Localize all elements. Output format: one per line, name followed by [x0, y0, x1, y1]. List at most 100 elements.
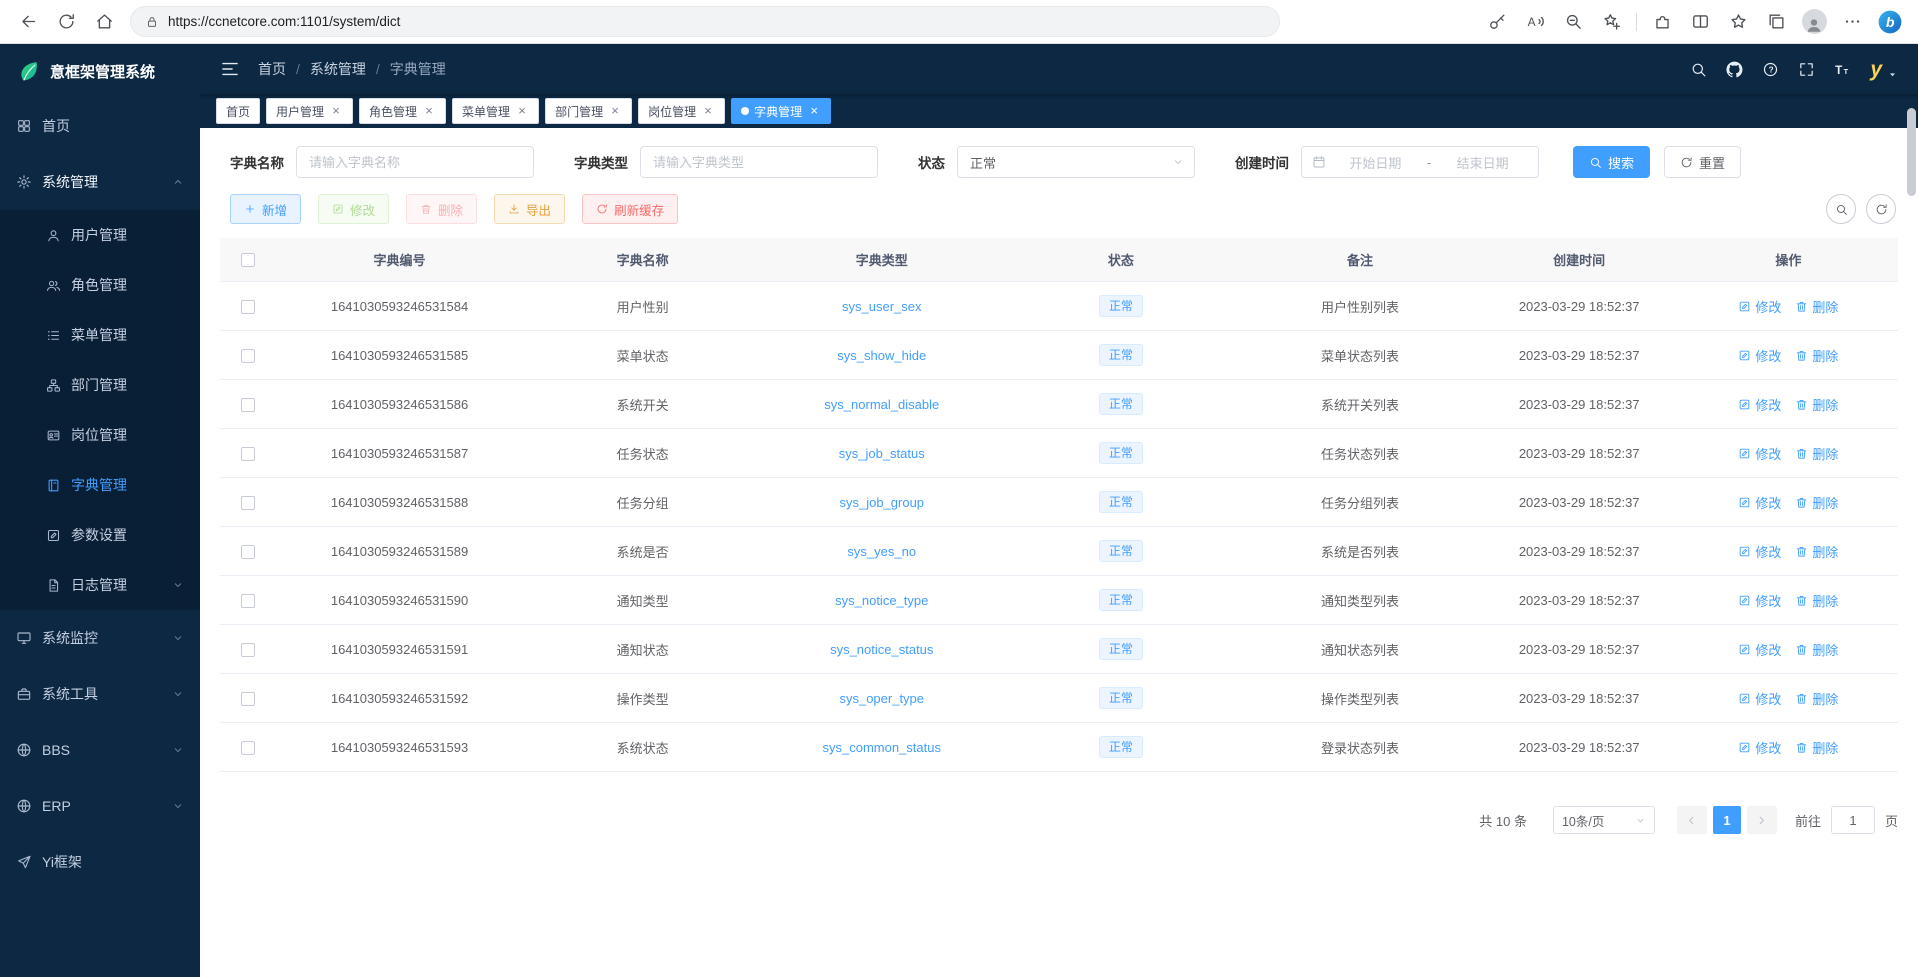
tab-menu-mgmt[interactable]: 菜单管理	[452, 98, 539, 124]
row-edit-button[interactable]: 修改	[1738, 591, 1781, 610]
password-key-button[interactable]	[1479, 5, 1515, 39]
add-button[interactable]: 新增	[230, 194, 301, 224]
sidebar-item-post-mgmt[interactable]: 岗位管理	[0, 410, 200, 460]
refresh-cache-button[interactable]: 刷新缓存	[582, 194, 678, 224]
close-icon[interactable]	[515, 104, 529, 118]
dict-type-input[interactable]	[640, 146, 878, 178]
row-checkbox[interactable]	[241, 349, 255, 363]
breadcrumb-system-mgmt[interactable]: 系统管理	[286, 59, 366, 79]
browser-back-button[interactable]	[10, 5, 46, 39]
sidebar-item-log-mgmt[interactable]: 日志管理	[0, 560, 200, 610]
browser-refresh-button[interactable]	[48, 5, 84, 39]
user-menu[interactable]: y	[1870, 59, 1898, 80]
read-aloud-button[interactable]	[1517, 5, 1553, 39]
collections-button[interactable]	[1758, 5, 1794, 39]
help-button[interactable]	[1762, 61, 1779, 78]
edit-button[interactable]: 修改	[318, 194, 389, 224]
dict-type-link[interactable]: sys_job_group	[839, 495, 924, 510]
dict-type-link[interactable]: sys_common_status	[823, 740, 942, 755]
github-button[interactable]	[1726, 61, 1743, 78]
sidebar-item-param-settings[interactable]: 参数设置	[0, 510, 200, 560]
sidebar-toggle-button[interactable]	[220, 59, 240, 79]
row-checkbox[interactable]	[241, 300, 255, 314]
close-icon[interactable]	[608, 104, 622, 118]
close-icon[interactable]	[422, 104, 436, 118]
profile-button[interactable]	[1796, 5, 1832, 39]
header-search-button[interactable]	[1690, 61, 1707, 78]
sidebar-item-bbs[interactable]: BBS	[0, 722, 200, 778]
row-delete-button[interactable]: 删除	[1795, 542, 1838, 561]
font-size-button[interactable]	[1834, 61, 1851, 78]
dict-type-link[interactable]: sys_normal_disable	[824, 397, 939, 412]
address-bar[interactable]: https://ccnetcore.com:1101/system/dict	[130, 6, 1280, 37]
dict-type-link[interactable]: sys_notice_status	[830, 642, 933, 657]
refresh-table-button[interactable]	[1866, 194, 1896, 224]
select-all-checkbox[interactable]	[241, 253, 255, 267]
next-page-button[interactable]	[1747, 806, 1777, 834]
tab-post-mgmt[interactable]: 岗位管理	[638, 98, 725, 124]
row-checkbox[interactable]	[241, 398, 255, 412]
row-edit-button[interactable]: 修改	[1738, 738, 1781, 757]
sidebar-item-user-mgmt[interactable]: 用户管理	[0, 210, 200, 260]
start-date-placeholder[interactable]: 开始日期	[1330, 153, 1421, 172]
tab-home[interactable]: 首页	[216, 98, 260, 124]
sidebar-item-system-monitor[interactable]: 系统监控	[0, 610, 200, 666]
add-favorite-button[interactable]	[1593, 5, 1629, 39]
row-delete-button[interactable]: 删除	[1795, 689, 1838, 708]
copilot-button[interactable]	[1872, 5, 1908, 39]
export-button[interactable]: 导出	[494, 194, 565, 224]
row-delete-button[interactable]: 删除	[1795, 493, 1838, 512]
sidebar-item-erp[interactable]: ERP	[0, 778, 200, 834]
sidebar-item-system-mgmt[interactable]: 系统管理	[0, 154, 200, 210]
row-edit-button[interactable]: 修改	[1738, 444, 1781, 463]
sidebar-item-dict-mgmt[interactable]: 字典管理	[0, 460, 200, 510]
split-screen-button[interactable]	[1682, 5, 1718, 39]
row-checkbox[interactable]	[241, 643, 255, 657]
reset-button[interactable]: 重置	[1664, 146, 1741, 178]
dict-type-link[interactable]: sys_show_hide	[837, 348, 926, 363]
row-edit-button[interactable]: 修改	[1738, 493, 1781, 512]
favorites-button[interactable]	[1720, 5, 1756, 39]
dict-type-link[interactable]: sys_notice_type	[835, 593, 928, 608]
row-edit-button[interactable]: 修改	[1738, 395, 1781, 414]
dict-type-link[interactable]: sys_yes_no	[847, 544, 916, 559]
row-edit-button[interactable]: 修改	[1738, 640, 1781, 659]
row-delete-button[interactable]: 删除	[1795, 297, 1838, 316]
row-checkbox[interactable]	[241, 741, 255, 755]
row-delete-button[interactable]: 删除	[1795, 591, 1838, 610]
app-logo[interactable]: 意框架管理系统	[0, 44, 200, 98]
tab-dict-mgmt[interactable]: 字典管理	[731, 98, 831, 124]
scrollbar[interactable]	[1907, 108, 1916, 196]
row-delete-button[interactable]: 删除	[1795, 346, 1838, 365]
row-edit-button[interactable]: 修改	[1738, 346, 1781, 365]
url-text[interactable]: https://ccnetcore.com:1101/system/dict	[168, 14, 400, 29]
dict-type-link[interactable]: sys_user_sex	[842, 299, 921, 314]
breadcrumb-home[interactable]: 首页	[258, 59, 286, 79]
browser-menu-button[interactable]	[1834, 5, 1870, 39]
row-checkbox[interactable]	[241, 692, 255, 706]
status-select[interactable]: 正常	[957, 146, 1195, 178]
row-delete-button[interactable]: 删除	[1795, 640, 1838, 659]
row-delete-button[interactable]: 删除	[1795, 444, 1838, 463]
end-date-placeholder[interactable]: 结束日期	[1437, 153, 1528, 172]
row-delete-button[interactable]: 删除	[1795, 395, 1838, 414]
close-icon[interactable]	[807, 104, 821, 118]
fullscreen-button[interactable]	[1798, 61, 1815, 78]
sidebar-item-system-tools[interactable]: 系统工具	[0, 666, 200, 722]
sidebar-item-home[interactable]: 首页	[0, 98, 200, 154]
date-range-picker[interactable]: 开始日期 - 结束日期	[1301, 146, 1539, 178]
sidebar-item-menu-mgmt[interactable]: 菜单管理	[0, 310, 200, 360]
tab-user-mgmt[interactable]: 用户管理	[266, 98, 353, 124]
toggle-search-button[interactable]	[1826, 194, 1856, 224]
row-edit-button[interactable]: 修改	[1738, 297, 1781, 316]
browser-home-button[interactable]	[86, 5, 122, 39]
search-button[interactable]: 搜索	[1573, 146, 1650, 178]
page-size-select[interactable]: 10条/页	[1553, 806, 1655, 834]
row-checkbox[interactable]	[241, 447, 255, 461]
zoom-button[interactable]	[1555, 5, 1591, 39]
dict-type-link[interactable]: sys_oper_type	[839, 691, 924, 706]
goto-page-input[interactable]	[1831, 806, 1875, 834]
dict-type-link[interactable]: sys_job_status	[839, 446, 925, 461]
close-icon[interactable]	[701, 104, 715, 118]
tab-dept-mgmt[interactable]: 部门管理	[545, 98, 632, 124]
